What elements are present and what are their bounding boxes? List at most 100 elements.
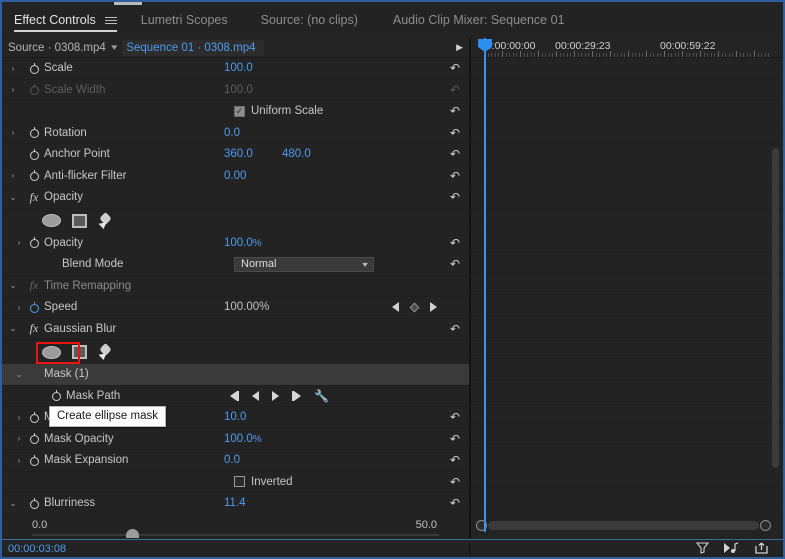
- param-value-mask-feather[interactable]: 10.0: [224, 411, 246, 423]
- checkbox-group-inverted[interactable]: ✓ Inverted: [234, 476, 293, 488]
- previous-keyframe-icon[interactable]: [392, 302, 399, 313]
- create-rectangle-mask-icon-blur[interactable]: [72, 345, 87, 359]
- reset-icon-blurriness[interactable]: ↶: [450, 497, 460, 509]
- tab-effect-controls[interactable]: Effect Controls: [14, 2, 117, 38]
- chevron-down-icon[interactable]: ▾: [111, 42, 117, 53]
- timeline-row[interactable]: [470, 230, 783, 252]
- reset-icon-scale[interactable]: ↶: [450, 62, 460, 74]
- stopwatch-icon-mask-expansion[interactable]: [24, 454, 44, 466]
- param-row-opacity-value[interactable]: › Opacity 100.0% ↶: [2, 233, 469, 254]
- tab-audio-clip-mixer[interactable]: Audio Clip Mixer: Sequence 01: [393, 2, 565, 38]
- param-value-anti-flicker[interactable]: 0.00: [224, 170, 246, 182]
- param-value-rotation[interactable]: 0.0: [224, 127, 240, 139]
- param-row-uniform-scale[interactable]: ✓ Uniform Scale ↶: [2, 101, 469, 123]
- stopwatch-icon-anchor-point[interactable]: [24, 148, 44, 160]
- mask-tracking-settings-wrench-icon[interactable]: 🔧: [314, 389, 329, 403]
- reset-icon-anti-flicker[interactable]: ↶: [450, 170, 460, 182]
- timeline-row[interactable]: [470, 209, 783, 230]
- param-row-speed[interactable]: › Speed 100.00%: [2, 297, 469, 319]
- param-value-anchor-point-y[interactable]: 480.0: [282, 148, 311, 160]
- twirl-icon-gaussian-blur[interactable]: ⌄: [2, 324, 24, 333]
- timeline-row[interactable]: [470, 467, 783, 488]
- twirl-icon-mask-expansion[interactable]: ›: [2, 456, 24, 465]
- stopwatch-icon-mask-path[interactable]: [46, 390, 66, 402]
- param-value-mask-opacity[interactable]: 100.0%: [224, 433, 262, 445]
- timeline-row[interactable]: [470, 424, 783, 445]
- param-row-mask-opacity[interactable]: › Mask Opacity 100.0% ↶: [2, 429, 469, 450]
- free-draw-bezier-pen-icon[interactable]: [98, 213, 114, 229]
- param-value-scale[interactable]: 100.0: [224, 62, 253, 74]
- audio-play-icon[interactable]: [723, 541, 740, 556]
- panel-menu-icon[interactable]: [104, 16, 117, 24]
- timeline-row[interactable]: [470, 359, 783, 381]
- param-row-anti-flicker-filter[interactable]: › Anti-flicker Filter 0.00 ↶: [2, 166, 469, 187]
- param-row-rotation[interactable]: › Rotation 0.0 ↶: [2, 123, 469, 144]
- pane-divider[interactable]: [469, 38, 471, 539]
- timeline-row[interactable]: [470, 381, 783, 402]
- timeline-row[interactable]: [470, 187, 783, 209]
- reset-icon-opacity-effect[interactable]: ↶: [450, 191, 460, 203]
- checkbox-inverted[interactable]: ✓: [234, 476, 245, 488]
- tab-lumetri-scopes[interactable]: Lumetri Scopes: [141, 2, 228, 38]
- effect-header-opacity[interactable]: ⌄ fx Opacity ↶: [2, 187, 469, 209]
- timeline-row[interactable]: [470, 445, 783, 467]
- playhead[interactable]: [478, 38, 492, 532]
- twirl-icon-opacity-group[interactable]: ⌄: [2, 193, 24, 202]
- stopwatch-icon-opacity[interactable]: [24, 237, 44, 249]
- vertical-scrollbar[interactable]: [772, 148, 779, 468]
- twirl-icon-mask-feather[interactable]: ›: [2, 413, 24, 422]
- free-draw-bezier-pen-icon-blur[interactable]: [98, 344, 114, 360]
- checkbox-uniform-scale[interactable]: ✓: [234, 105, 245, 117]
- param-row-anchor-point[interactable]: Anchor Point 360.0 480.0 ↶: [2, 144, 469, 166]
- horizontal-scrollbar[interactable]: [476, 520, 771, 531]
- scrollbar-right-handle[interactable]: [760, 520, 771, 531]
- reset-icon-gaussian-blur[interactable]: ↶: [450, 323, 460, 335]
- timeline-row[interactable]: [470, 123, 783, 144]
- blend-mode-select[interactable]: Normal ▾: [234, 256, 374, 272]
- collapse-arrow-icon[interactable]: ▶: [456, 42, 463, 53]
- panel-drag-handle[interactable]: [114, 2, 142, 5]
- reset-icon-mask-feather[interactable]: ↶: [450, 411, 460, 423]
- stopwatch-icon-mask-opacity[interactable]: [24, 433, 44, 445]
- param-value-anchor-point-x[interactable]: 360.0: [224, 148, 253, 160]
- mask-group-row[interactable]: ⌄ Mask (1): [2, 364, 469, 386]
- effect-header-gaussian-blur[interactable]: ⌄ fx Gaussian Blur ↶: [2, 319, 469, 340]
- stopwatch-icon-scale[interactable]: [24, 62, 44, 74]
- blurriness-slider[interactable]: 0.0 50.0: [2, 515, 469, 538]
- reset-icon-opacity[interactable]: ↶: [450, 237, 460, 249]
- add-keyframe-icon[interactable]: [409, 302, 420, 313]
- param-value-blurriness[interactable]: 11.4: [224, 497, 246, 509]
- reset-icon-uniform-scale[interactable]: ↶: [450, 105, 460, 117]
- twirl-icon-opacity[interactable]: ›: [2, 238, 24, 247]
- param-row-blurriness[interactable]: ⌄ Blurriness 11.4 ↶: [2, 493, 469, 515]
- reset-icon-anchor-point[interactable]: ↶: [450, 148, 460, 160]
- timeline-row[interactable]: [470, 252, 783, 273]
- sequence-clip-label[interactable]: Sequence 01 · 0308.mp4: [122, 39, 264, 56]
- timeline-row[interactable]: [470, 58, 783, 80]
- param-row-inverted[interactable]: ✓ Inverted ↶: [2, 472, 469, 493]
- track-selected-mask-forward-one-frame-icon[interactable]: [292, 390, 301, 401]
- stopwatch-icon-speed[interactable]: [24, 301, 44, 313]
- track-selected-mask-forward-icon[interactable]: [272, 390, 279, 401]
- timeline-row[interactable]: [470, 80, 783, 101]
- timeline-row[interactable]: [470, 273, 783, 295]
- create-rectangle-mask-icon[interactable]: [72, 213, 87, 228]
- reset-icon-blend-mode[interactable]: ↶: [450, 258, 460, 270]
- stopwatch-icon-blurriness[interactable]: [24, 497, 44, 509]
- timeline-row[interactable]: [470, 488, 783, 510]
- filter-icon[interactable]: [695, 541, 710, 556]
- param-value-mask-expansion[interactable]: 0.0: [224, 454, 240, 466]
- param-value-opacity[interactable]: 100.0%: [224, 237, 262, 249]
- tab-source[interactable]: Source: (no clips): [261, 2, 358, 38]
- next-keyframe-icon[interactable]: [430, 302, 437, 313]
- twirl-icon-mask-group[interactable]: ⌄: [2, 370, 24, 379]
- effect-header-time-remapping[interactable]: ⌄ fx Time Remapping: [2, 276, 469, 297]
- twirl-icon-blurriness[interactable]: ⌄: [2, 499, 24, 508]
- timeline-row[interactable]: [470, 338, 783, 359]
- twirl-icon-anti-flicker[interactable]: ›: [2, 171, 24, 180]
- reset-icon-rotation[interactable]: ↶: [450, 127, 460, 139]
- create-ellipse-mask-icon[interactable]: [42, 214, 61, 227]
- twirl-icon-time-remapping[interactable]: ⌄: [2, 281, 24, 290]
- track-selected-mask-backward-one-frame-icon[interactable]: [230, 390, 239, 401]
- track-selected-mask-backward-icon[interactable]: [252, 390, 259, 401]
